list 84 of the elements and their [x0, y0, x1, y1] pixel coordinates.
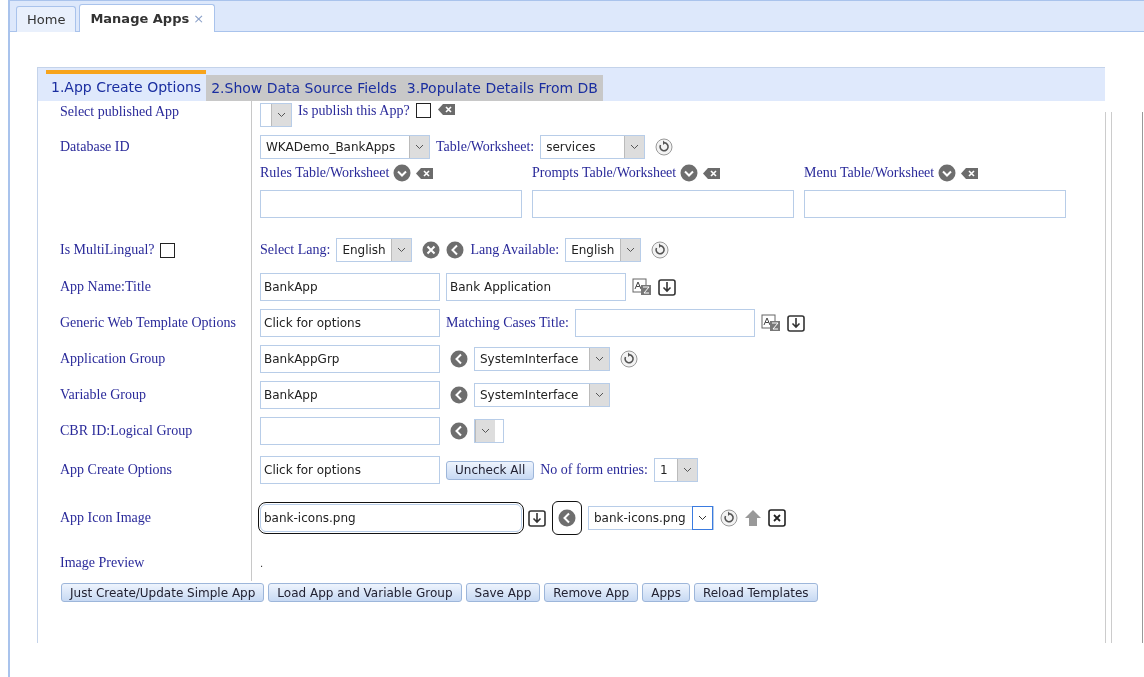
caret-icon: [271, 104, 291, 126]
caret-icon: [589, 348, 609, 370]
field-label: CBR ID:Logical Group: [60, 423, 193, 439]
field-label: Is MultiLingual?: [60, 242, 155, 258]
input-field[interactable]: [574, 309, 755, 337]
uncheck-all-button[interactable]: Uncheck All: [446, 460, 535, 480]
backspace-icon[interactable]: [415, 166, 435, 180]
image-preview: .: [260, 557, 264, 569]
refresh-icon[interactable]: [620, 350, 638, 368]
chevron-left-icon[interactable]: [552, 501, 582, 535]
dropdown[interactable]: English: [565, 238, 642, 262]
dropdown[interactable]: English: [336, 238, 413, 262]
action-button[interactable]: Load App and Variable Group: [268, 583, 462, 602]
input-field[interactable]: [260, 417, 440, 445]
field-label: Select Lang:: [260, 242, 331, 258]
field-label: Prompts Table/Worksheet: [532, 165, 677, 181]
field-label: Database ID: [60, 138, 130, 155]
chevron-down-icon[interactable]: [393, 164, 412, 182]
download-icon[interactable]: [658, 278, 676, 296]
caret-icon: [620, 239, 641, 261]
backspace-icon[interactable]: [702, 166, 722, 180]
caret-icon: [391, 239, 412, 261]
field-label: No of form entries:: [540, 462, 648, 478]
caret-icon: [624, 135, 645, 158]
action-button[interactable]: Remove App: [544, 583, 639, 602]
download-icon[interactable]: [528, 509, 546, 527]
field-label: App Create Options: [60, 462, 172, 478]
field-label: Generic Web Template Options: [60, 315, 236, 331]
caret-icon: [409, 135, 429, 158]
dropdown[interactable]: 1: [653, 458, 698, 482]
input-field[interactable]: [804, 190, 1066, 218]
translate-icon[interactable]: [632, 278, 652, 296]
field-label: Image Preview: [60, 555, 145, 571]
field-label: App Name:Title: [60, 279, 151, 295]
step-tab[interactable]: 2.Show Data Source Fields: [206, 75, 402, 101]
refresh-icon[interactable]: [720, 509, 738, 527]
field-label: Application Group: [60, 351, 166, 367]
input-field[interactable]: Click for options: [260, 309, 440, 337]
backspace-icon[interactable]: [960, 166, 980, 180]
dropdown[interactable]: SystemInterface: [474, 347, 610, 371]
chevron-down-icon[interactable]: [938, 164, 957, 182]
backspace-icon[interactable]: [436, 103, 456, 116]
field-label: Select published App: [60, 104, 179, 120]
tab[interactable]: Manage Apps ×: [79, 4, 216, 32]
field-label: Matching Cases Title:: [446, 315, 569, 331]
scrollbar[interactable]: [1142, 112, 1143, 643]
action-button[interactable]: Reload Templates: [693, 583, 818, 602]
translate-icon[interactable]: [760, 314, 781, 332]
field-label: Table/Worksheet:: [436, 138, 535, 155]
input-field[interactable]: Bank Application: [446, 273, 626, 301]
input-field[interactable]: bank-icons.png: [260, 504, 522, 532]
checkbox[interactable]: [415, 103, 431, 118]
checkbox[interactable]: [159, 242, 175, 258]
dropdown[interactable]: bank-icons.png: [588, 506, 714, 530]
caret-icon: [692, 506, 713, 530]
refresh-icon[interactable]: [655, 137, 674, 156]
input-field[interactable]: [532, 190, 794, 218]
field-label: Lang Available:: [470, 242, 560, 258]
caret-icon: [676, 459, 697, 481]
input-field[interactable]: Click for options: [260, 456, 440, 484]
action-button[interactable]: Apps: [642, 583, 690, 602]
action-button[interactable]: Save App: [465, 583, 541, 602]
download-icon[interactable]: [786, 314, 805, 332]
input-field[interactable]: [260, 190, 522, 218]
action-button[interactable]: Just Create/Update Simple App: [61, 583, 265, 602]
dropdown[interactable]: WKADemo_BankApps: [260, 134, 430, 159]
field-label: Is publish this App?: [298, 103, 410, 119]
caret-icon: [475, 420, 495, 442]
field-label: App Icon Image: [60, 510, 151, 526]
dropdown[interactable]: SystemInterface: [474, 383, 610, 407]
field-label: Menu Table/Worksheet: [804, 165, 935, 181]
tab[interactable]: Home: [16, 6, 77, 32]
chevron-down-icon[interactable]: [680, 164, 699, 182]
refresh-icon[interactable]: [651, 241, 670, 259]
field-label: Variable Group: [60, 387, 146, 403]
close-icon[interactable]: [768, 509, 786, 527]
field-label: Rules Table/Worksheet: [260, 165, 390, 181]
upload-arrow-icon[interactable]: [744, 509, 762, 527]
input-field[interactable]: BankApp: [260, 273, 440, 301]
caret-icon: [589, 384, 609, 406]
input-field[interactable]: BankAppGrp: [260, 345, 440, 373]
dropdown[interactable]: services: [540, 134, 646, 159]
step-tab[interactable]: 3.Populate Details From DB: [401, 75, 603, 101]
input-field[interactable]: BankApp: [260, 381, 440, 409]
